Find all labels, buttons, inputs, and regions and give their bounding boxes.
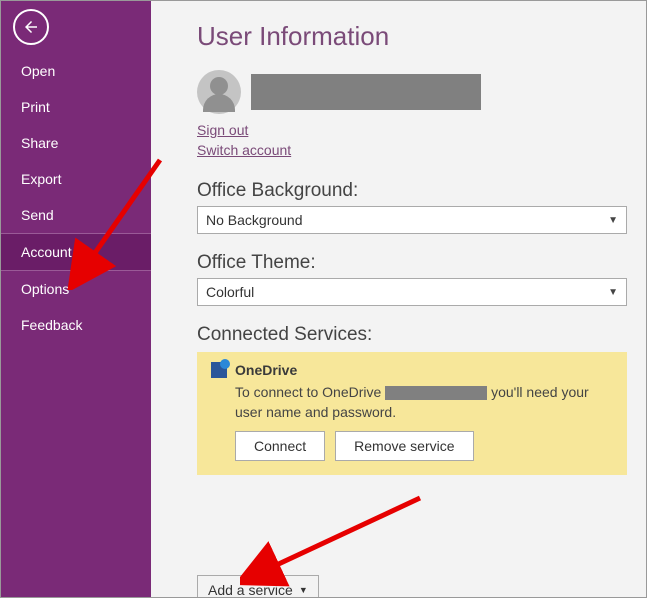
sidebar-item-label: Options [21,281,69,297]
connected-services-box: OneDrive To connect to OneDrive you'll n… [197,352,627,475]
office-theme-dropdown[interactable]: Colorful ▼ [197,278,627,306]
redacted-text [385,386,487,400]
connected-services-label: Connected Services: [197,324,620,346]
sidebar-item-label: Feedback [21,317,82,333]
sidebar-item-account[interactable]: Account [1,233,151,271]
sidebar-item-send[interactable]: Send [1,197,151,233]
sidebar-item-label: Send [21,207,54,223]
office-theme-label: Office Theme: [197,252,620,274]
main-content: User Information Sign out Switch account… [151,1,646,597]
sidebar-item-options[interactable]: Options [1,271,151,307]
sidebar-item-export[interactable]: Export [1,161,151,197]
switch-account-link[interactable]: Switch account [197,142,291,158]
sidebar-item-print[interactable]: Print [1,89,151,125]
office-background-label: Office Background: [197,180,620,202]
add-service-button[interactable]: Add a service ▼ [197,575,319,597]
service-description: To connect to OneDrive you'll need your … [235,382,613,423]
chevron-down-icon: ▼ [608,215,618,226]
user-row [197,70,620,114]
sidebar: Open Print Share Export Send Account Opt… [1,1,151,597]
arrow-left-icon [22,18,40,36]
sidebar-item-share[interactable]: Share [1,125,151,161]
sidebar-item-feedback[interactable]: Feedback [1,307,151,343]
chevron-down-icon: ▼ [608,287,618,298]
avatar-icon [197,70,241,114]
remove-service-button[interactable]: Remove service [335,431,473,461]
user-name-redacted [251,74,481,110]
sidebar-item-label: Share [21,135,58,151]
service-title: OneDrive [235,362,297,378]
sidebar-item-label: Account [21,244,72,260]
page-title: User Information [197,21,620,52]
add-service-label: Add a service [208,582,293,597]
sidebar-item-label: Export [21,171,61,187]
dropdown-value: No Background [206,212,303,228]
sidebar-item-open[interactable]: Open [1,53,151,89]
service-header: OneDrive [211,362,613,378]
onedrive-icon [211,362,227,378]
sidebar-item-label: Open [21,63,55,79]
sign-out-link[interactable]: Sign out [197,122,248,138]
dropdown-value: Colorful [206,284,254,300]
sidebar-item-label: Print [21,99,50,115]
back-button[interactable] [13,9,49,45]
chevron-down-icon: ▼ [299,585,308,595]
connect-button[interactable]: Connect [235,431,325,461]
office-background-dropdown[interactable]: No Background ▼ [197,206,627,234]
